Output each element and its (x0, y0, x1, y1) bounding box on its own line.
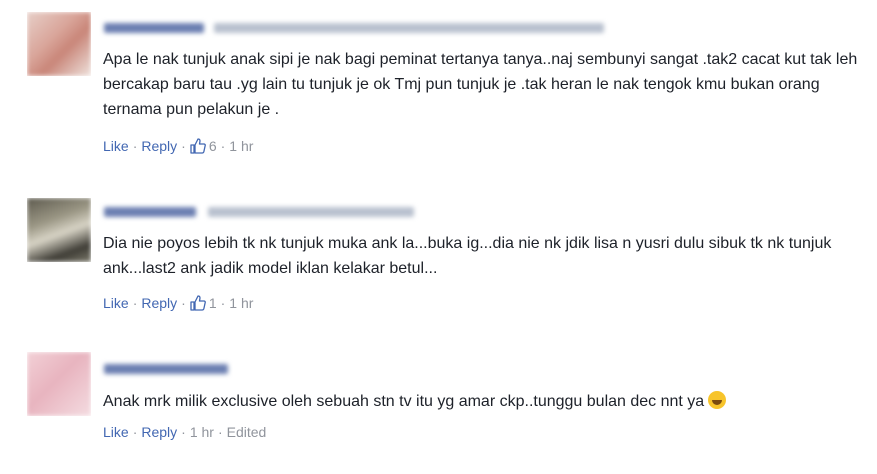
reply-link[interactable]: Reply (141, 138, 177, 154)
like-link[interactable]: Like (103, 424, 129, 440)
comment-actions: Like · Reply · 1 · 1 hr (103, 295, 254, 311)
thumbs-up-icon (190, 138, 206, 154)
reactions-count[interactable]: 1 (190, 295, 217, 311)
rolling-on-floor-laughing-emoji (708, 391, 727, 409)
comment-text: Anak mrk milik exclusive oleh sebuah stn… (103, 389, 863, 414)
reactions-count[interactable]: 6 (190, 138, 217, 154)
comment-actions: Like · Reply · 1 hr · Edited (103, 424, 267, 440)
timestamp[interactable]: 1 hr (229, 138, 253, 154)
like-link[interactable]: Like (103, 138, 129, 154)
thumbs-up-icon (190, 295, 206, 311)
reply-link[interactable]: Reply (141, 424, 177, 440)
avatar[interactable] (27, 352, 91, 416)
edited-label[interactable]: Edited (227, 424, 267, 440)
like-link[interactable]: Like (103, 295, 129, 311)
comment-actions: Like · Reply · 6 · 1 hr (103, 138, 254, 154)
comment-text: Dia nie poyos lebih tk nk tunjuk muka an… (103, 235, 832, 277)
comment-text: Apa le nak tunjuk anak sipi je nak bagi … (103, 51, 858, 118)
timestamp[interactable]: 1 hr (190, 424, 214, 440)
avatar[interactable] (27, 198, 91, 262)
avatar[interactable] (27, 12, 91, 76)
reply-link[interactable]: Reply (141, 295, 177, 311)
timestamp[interactable]: 1 hr (229, 295, 253, 311)
